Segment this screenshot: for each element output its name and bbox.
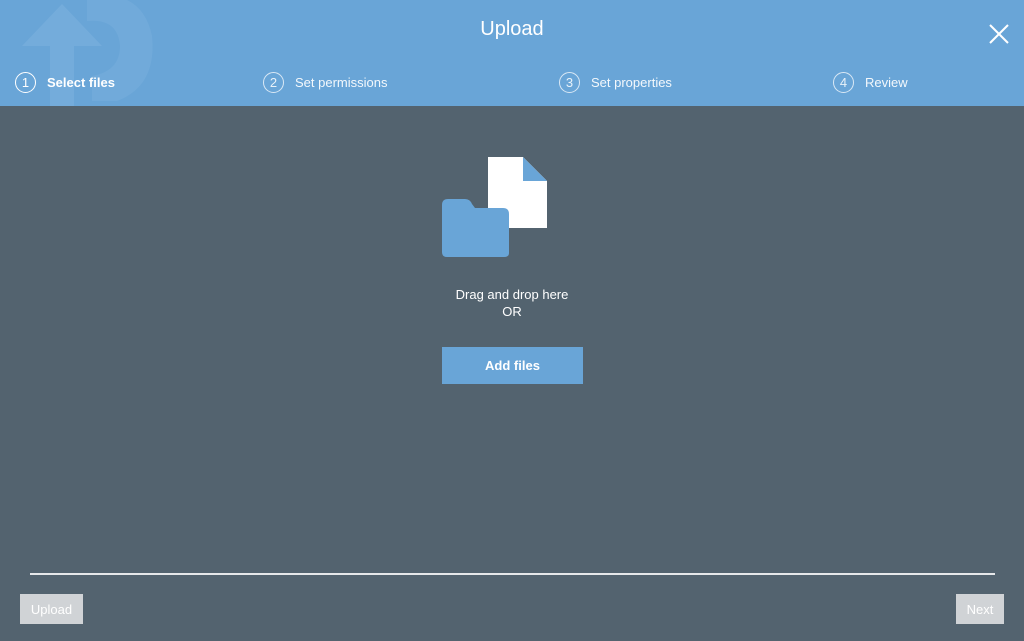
step-label: Review bbox=[865, 74, 908, 90]
step-label: Set properties bbox=[591, 74, 672, 90]
step-set-properties[interactable]: 3 Set properties bbox=[559, 68, 672, 96]
drag-drop-text: Drag and drop here bbox=[455, 287, 569, 302]
step-number: 1 bbox=[15, 71, 36, 93]
add-files-button[interactable]: Add files bbox=[442, 347, 583, 384]
step-review[interactable]: 4 Review bbox=[833, 68, 908, 96]
folder-file-icon bbox=[442, 157, 547, 257]
step-set-permissions[interactable]: 2 Set permissions bbox=[263, 68, 387, 96]
step-label: Set permissions bbox=[295, 74, 388, 90]
close-icon[interactable] bbox=[985, 20, 1013, 48]
upload-button[interactable]: Upload bbox=[20, 594, 83, 624]
next-button[interactable]: Next bbox=[956, 594, 1004, 624]
step-label: Select files bbox=[47, 74, 115, 90]
step-number: 4 bbox=[833, 71, 854, 93]
page-title: Upload bbox=[480, 18, 544, 40]
step-number: 3 bbox=[559, 71, 580, 93]
footer-divider bbox=[30, 573, 995, 575]
upload-header: Upload 1 Select files 2 Set permissions … bbox=[0, 0, 1024, 106]
step-select-files[interactable]: 1 Select files bbox=[15, 68, 115, 96]
or-text: OR bbox=[502, 304, 522, 319]
wizard-steps: 1 Select files 2 Set permissions 3 Set p… bbox=[0, 68, 1024, 96]
step-number: 2 bbox=[263, 71, 284, 93]
drop-instructions: Drag and drop here OR bbox=[0, 286, 1024, 320]
